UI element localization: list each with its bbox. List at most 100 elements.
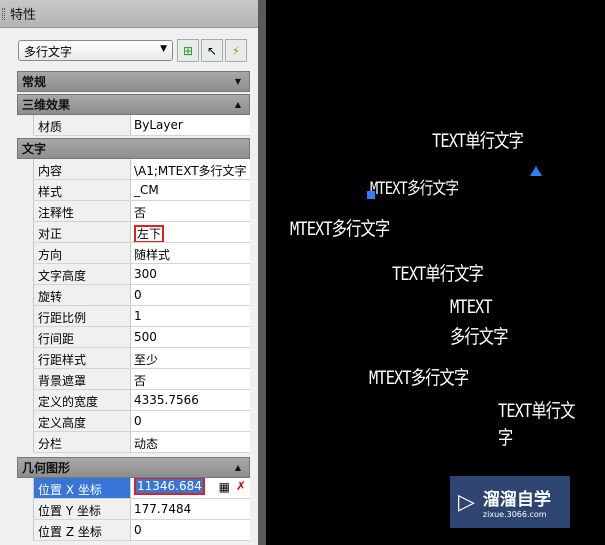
property-row[interactable]: 方向 随样式 [33,243,250,264]
property-value[interactable]: 0 [134,523,142,537]
canvas-text[interactable]: TEXT单行文字 [432,126,524,153]
pick-point-icon[interactable]: ✗ [236,479,246,493]
property-row[interactable]: 注释性否 [33,201,250,222]
property-row[interactable]: 文字高度 300 [33,264,250,285]
property-value-cell[interactable]: 动态 [131,432,250,452]
property-value[interactable]: \A1;MTEXT多行文字 [134,164,247,178]
property-value-cell[interactable]: 随样式 [131,243,250,263]
property-label: 行距比例 [33,306,131,326]
property-row[interactable]: 样式 _CM [33,180,250,201]
property-label: 定义高度 [33,411,131,431]
collapse-toggle-icon[interactable]: ▼ [235,77,241,86]
property-value[interactable]: 177.7484 [134,502,191,516]
property-value-cell[interactable]: 300 [131,264,250,284]
chevron-down-icon: ▼ [160,44,167,54]
property-value[interactable]: 否 [134,374,146,388]
property-value-cell[interactable]: 0 [131,411,250,431]
property-grid: 常规 ▼ 三维效果 ▲ 材质 ByLayer 文字 内容 \A1;MTEXT多行文字 样式 _CM 注… [17,69,250,541]
property-value-cell[interactable]: 0 [131,285,250,305]
property-value[interactable]: 300 [134,267,157,281]
canvas-text[interactable]: TEXT单行文字 [498,396,584,450]
property-label: 注释性 [33,201,131,221]
property-row[interactable]: 对正 左下 [33,222,250,243]
property-row[interactable]: 分栏 动态 [33,432,250,453]
grip-triangle[interactable] [530,166,542,176]
watermark: ▷ 溜溜自学 zixue.3066.com [450,476,570,528]
property-value-input[interactable]: 11346.684 [134,478,205,495]
quick-select-button[interactable]: ⚡ [225,39,247,62]
property-label: 旋转 [33,285,131,305]
collapse-toggle-icon[interactable]: ▲ [235,100,241,109]
property-value[interactable]: ByLayer [134,118,183,132]
quick-select-icon: ⚡ [231,43,241,58]
property-label: 材质 [33,115,131,135]
property-row[interactable]: 位置 X 坐标 11346.684 ▦ ✗ [33,478,250,499]
property-value[interactable]: 否 [134,206,146,220]
toggle-pickadd-button[interactable]: ⊞ [177,39,199,62]
object-type-select[interactable]: 多行文字 ▼ [18,40,173,61]
property-value-cell[interactable]: 1 [131,306,250,326]
property-value[interactable]: 0 [134,288,142,302]
canvas-text[interactable]: MTEXT [450,296,493,318]
property-row[interactable]: 背景遮罩否 [33,369,250,390]
property-row[interactable]: 旋转 0 [33,285,250,306]
property-row[interactable]: 行间距 500 [33,327,250,348]
property-value-cell[interactable]: 11346.684 ▦ ✗ [131,478,250,498]
collapse-toggle-icon[interactable]: ▲ [235,463,241,472]
category-header[interactable]: 几何图形 ▲ [17,457,250,478]
category-header[interactable]: 常规 ▼ [17,71,250,92]
select-objects-button[interactable]: ↖ [201,39,223,62]
property-value-cell[interactable]: 0 [131,520,250,540]
property-value[interactable]: 随样式 [134,248,170,262]
property-value[interactable]: 左下 [134,225,165,242]
property-value-cell[interactable]: 500 [131,327,250,347]
property-value-cell[interactable]: 否 [131,201,250,221]
property-value-cell[interactable]: 177.7484 [131,499,250,519]
property-value[interactable]: 4335.7566 [134,393,199,407]
properties-panel: 特性 多行文字 ▼ ⊞ ↖ ⚡ 常规 ▼ 三维效果 ▲ 材质 ByLayer 文字内容 \A1;… [0,0,258,545]
canvas-text-selected[interactable]: MTEXT多行文字 [370,174,459,199]
property-label: 样式 [33,180,131,200]
grip-square[interactable] [367,191,375,199]
property-value-cell[interactable]: \A1;MTEXT多行文字 [131,159,250,179]
drawing-canvas[interactable]: TEXT单行文字 MTEXT多行文字 MTEXT多行文字 TEXT单行文字 MT… [266,0,605,545]
calculator-icon[interactable]: ▦ [219,480,230,494]
property-label: 行距样式 [33,348,131,368]
property-value[interactable]: 动态 [134,437,158,451]
property-value-cell[interactable]: 否 [131,369,250,389]
property-label: 文字高度 [33,264,131,284]
property-value-cell[interactable]: 4335.7566 [131,390,250,410]
property-value[interactable]: 500 [134,330,157,344]
property-row[interactable]: 行距样式 至少 [33,348,250,369]
property-label: 对正 [33,222,131,242]
property-row[interactable]: 行距比例 1 [33,306,250,327]
category-header[interactable]: 文字 [17,138,250,159]
canvas-text[interactable]: MTEXT多行文字 [369,363,469,390]
property-label: 行间距 [33,327,131,347]
selected-type: 多行文字 [24,45,73,59]
property-value[interactable]: 0 [134,414,142,428]
property-value-cell[interactable]: _CM [131,180,250,200]
property-row[interactable]: 定义高度 0 [33,411,250,432]
canvas-text[interactable]: 多行文字 [450,322,508,349]
property-value-cell[interactable]: 左下 [131,222,250,242]
property-value[interactable]: 1 [134,309,142,323]
property-row[interactable]: 位置 Z 坐标 0 [33,520,250,541]
canvas-text[interactable]: TEXT单行文字 [392,259,484,286]
category-title: 文字 [22,142,47,156]
canvas-text[interactable]: MTEXT多行文字 [290,214,390,241]
panel-title-bar[interactable]: 特性 [0,0,258,28]
category-header[interactable]: 三维效果 ▲ [17,94,250,115]
property-row[interactable]: 定义的宽度 4335.7566 [33,390,250,411]
property-row[interactable]: 内容 \A1;MTEXT多行文字 [33,159,250,180]
property-value[interactable]: 至少 [134,353,158,367]
property-row[interactable]: 材质 ByLayer [33,115,250,136]
category-title: 三维效果 [22,98,71,112]
property-value-cell[interactable]: ByLayer [131,115,250,135]
property-label: 内容 [33,159,131,179]
property-value[interactable]: _CM [134,183,159,197]
property-value-cell[interactable]: 至少 [131,348,250,368]
category-title: 几何图形 [22,461,71,475]
property-row[interactable]: 位置 Y 坐标 177.7484 [33,499,250,520]
grip-handle[interactable] [2,8,5,20]
